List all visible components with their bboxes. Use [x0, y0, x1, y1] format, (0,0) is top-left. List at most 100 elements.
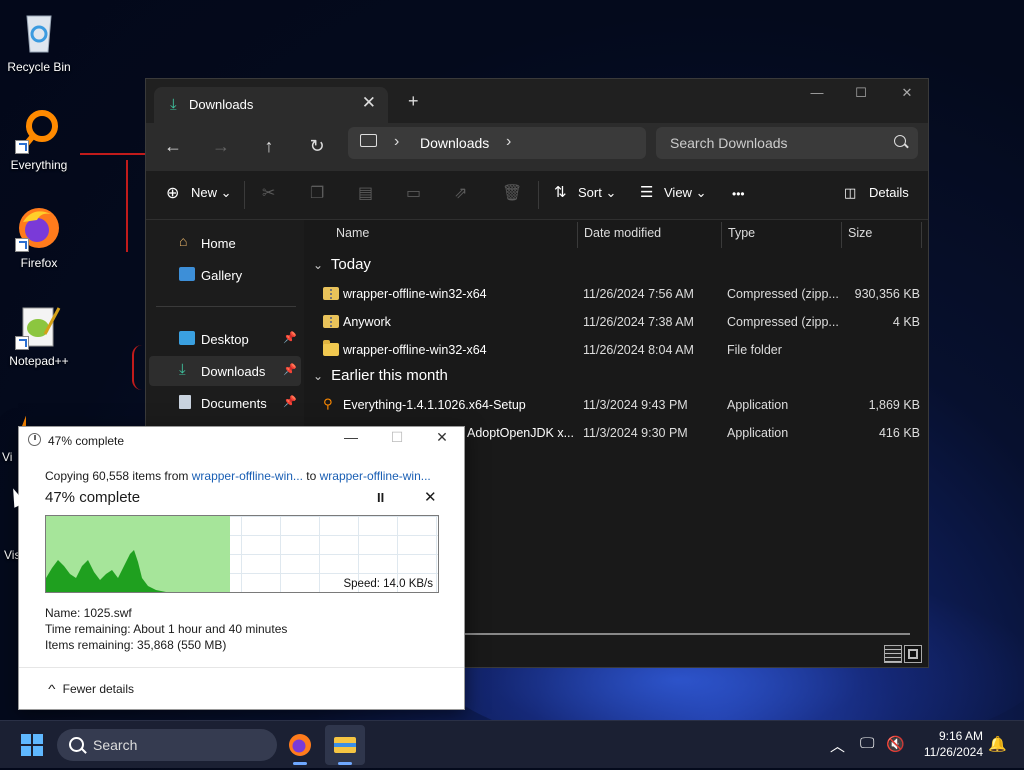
source-link[interactable]: wrapper-offline-win... [192, 469, 303, 483]
file-size: 416 KB [878, 426, 920, 440]
breadcrumb-chevron-icon[interactable]: › [394, 133, 399, 151]
copy-progress-dialog[interactable]: 47% complete — ☐ ✕ Copying 60,558 items … [18, 426, 465, 710]
copy-prefix: Copying 60,558 items from [45, 469, 192, 483]
view-button[interactable]: View ⌄ [664, 185, 706, 201]
destination-link[interactable]: wrapper-offline-win... [320, 469, 431, 483]
column-divider[interactable] [577, 222, 578, 248]
details-button[interactable]: Details [869, 185, 909, 200]
column-header-name[interactable]: Name [336, 226, 369, 240]
copy-icon[interactable]: ❐ [310, 183, 324, 203]
start-button[interactable] [21, 734, 43, 756]
toolbar-divider [538, 181, 539, 209]
close-button[interactable]: ✕ [432, 429, 452, 446]
taskbar-search[interactable]: Search [57, 729, 277, 761]
tab-close-button[interactable]: ✕ [362, 93, 376, 113]
desktop-icon-everything[interactable]: Everything [2, 106, 76, 172]
close-button[interactable]: ✕ [892, 85, 922, 101]
windows-logo-tile [33, 746, 43, 756]
desktop-icon-label: Everything [10, 158, 68, 172]
search-icon [894, 135, 906, 147]
firefox-icon [289, 734, 311, 756]
table-row[interactable]: wrapper-offline-win32-x64 11/26/2024 7:5… [323, 283, 920, 307]
address-bar-row: ← → ↑ ↻ › Downloads › Search Downloads [146, 123, 928, 171]
minimize-button[interactable]: — [341, 429, 361, 445]
table-row[interactable]: wrapper-offline-win32-x64 11/26/2024 8:0… [323, 339, 920, 363]
copy-mid: to [302, 469, 320, 483]
column-divider[interactable] [841, 222, 842, 248]
back-button[interactable]: ← [160, 136, 186, 157]
column-header-size[interactable]: Size [848, 226, 872, 240]
taskbar-firefox[interactable] [280, 725, 320, 765]
breadcrumb-downloads[interactable]: Downloads [420, 135, 489, 151]
pause-button[interactable]: II [377, 490, 384, 505]
table-row[interactable]: Anywork 11/26/2024 7:38 AM Compressed (z… [323, 311, 920, 335]
shortcut-arrow-icon [15, 238, 29, 252]
group-header-earlier-this-month[interactable]: ⌄ Earlier this month [313, 367, 448, 384]
column-divider[interactable] [921, 222, 922, 248]
up-button[interactable]: ↑ [256, 136, 282, 157]
annotation-stroke [126, 160, 128, 252]
transfer-speed-graph: Speed: 14.0 KB/s [45, 515, 439, 593]
pin-icon: 📌 [283, 396, 297, 408]
shortcut-arrow-icon [15, 336, 29, 350]
file-date: 11/26/2024 7:38 AM [583, 315, 694, 329]
minimize-button[interactable]: — [802, 85, 832, 100]
new-tab-button[interactable]: + [408, 91, 419, 112]
network-icon[interactable]: 🖵 [860, 735, 874, 752]
address-box[interactable]: › Downloads › [348, 127, 646, 159]
table-row[interactable]: ⚲ Everything-1.4.1.1026.x64-Setup 11/3/2… [323, 394, 920, 418]
file-size: 930,356 KB [854, 287, 920, 301]
file-name: wrapper-offline-win32-x64 [343, 287, 487, 301]
file-date: 11/26/2024 8:04 AM [583, 343, 694, 357]
delete-icon[interactable]: 🗑 [502, 183, 522, 203]
gallery-icon [179, 267, 195, 281]
desktop-icon-notepadpp[interactable]: Notepad++ [2, 302, 76, 368]
tab-title: Downloads [189, 97, 254, 112]
new-button[interactable]: New ⌄ [191, 185, 232, 201]
forward-button[interactable]: → [208, 136, 234, 157]
search-box[interactable]: Search Downloads [656, 127, 918, 159]
sidebar-item-documents[interactable]: Documents 📌 [149, 388, 301, 418]
sidebar-item-downloads[interactable]: ⤓ Downloads 📌 [149, 356, 301, 386]
chevron-up-icon[interactable]: ︿ [830, 735, 845, 756]
desktop-icon-firefox[interactable]: Firefox [2, 204, 76, 270]
details-view-button[interactable] [884, 645, 902, 663]
sidebar-item-gallery[interactable]: Gallery [149, 260, 301, 290]
maximize-button[interactable]: ☐ [846, 85, 876, 101]
view-label: View [664, 185, 692, 200]
volume-muted-icon[interactable]: 🔇 [886, 735, 905, 753]
tab-downloads[interactable]: ⤓ Downloads ✕ [154, 87, 388, 123]
column-header-type[interactable]: Type [728, 226, 755, 240]
maximize-button[interactable]: ☐ [387, 429, 407, 446]
column-header-date-modified[interactable]: Date modified [584, 226, 661, 240]
tab-bar: ⤓ Downloads ✕ + — ☐ ✕ [146, 79, 928, 123]
group-label: Today [330, 256, 371, 273]
more-options-button[interactable]: ••• [732, 187, 745, 201]
refresh-button[interactable]: ↻ [304, 136, 330, 157]
system-clock[interactable]: 9:16 AM 11/26/2024 [905, 728, 983, 760]
column-divider[interactable] [721, 222, 722, 248]
breadcrumb-chevron-icon[interactable]: › [506, 133, 511, 151]
notification-bell-icon[interactable]: 🔔 [988, 735, 1007, 753]
sidebar-item-home[interactable]: ⌂ Home [149, 228, 301, 258]
percent-complete: 47% complete [45, 489, 141, 506]
command-bar: ⊕ New ⌄ ✂ ❐ ▤ ▭ ⇗ 🗑 ⇅ Sort ⌄ ☰ View ⌄ ••… [146, 171, 928, 220]
toolbar-divider [244, 181, 245, 209]
sort-button[interactable]: Sort ⌄ [578, 185, 616, 201]
cut-icon[interactable]: ✂ [262, 183, 275, 203]
dialog-title: 47% complete [48, 434, 125, 448]
tiles-view-button[interactable] [904, 645, 922, 663]
details-icon: ◫ [844, 185, 857, 200]
horizontal-scrollbar[interactable] [464, 633, 910, 635]
cancel-copy-button[interactable]: ✕ [424, 488, 437, 506]
everything-icon [15, 106, 63, 154]
desktop-icon-recycle-bin[interactable]: Recycle Bin [2, 8, 76, 74]
rename-icon[interactable]: ▭ [406, 183, 421, 203]
group-header-today[interactable]: ⌄ Today [313, 256, 371, 273]
fewer-details-button[interactable]: ^ Fewer details [48, 682, 134, 696]
share-icon[interactable]: ⇗ [454, 183, 467, 203]
paste-icon[interactable]: ▤ [358, 183, 373, 203]
sidebar-item-desktop[interactable]: Desktop 📌 [149, 324, 301, 354]
taskbar-file-explorer[interactable] [325, 725, 365, 765]
taskbar: Search ︿ 🖵 🔇 9:16 AM 11/26/2024 🔔 [0, 720, 1024, 768]
